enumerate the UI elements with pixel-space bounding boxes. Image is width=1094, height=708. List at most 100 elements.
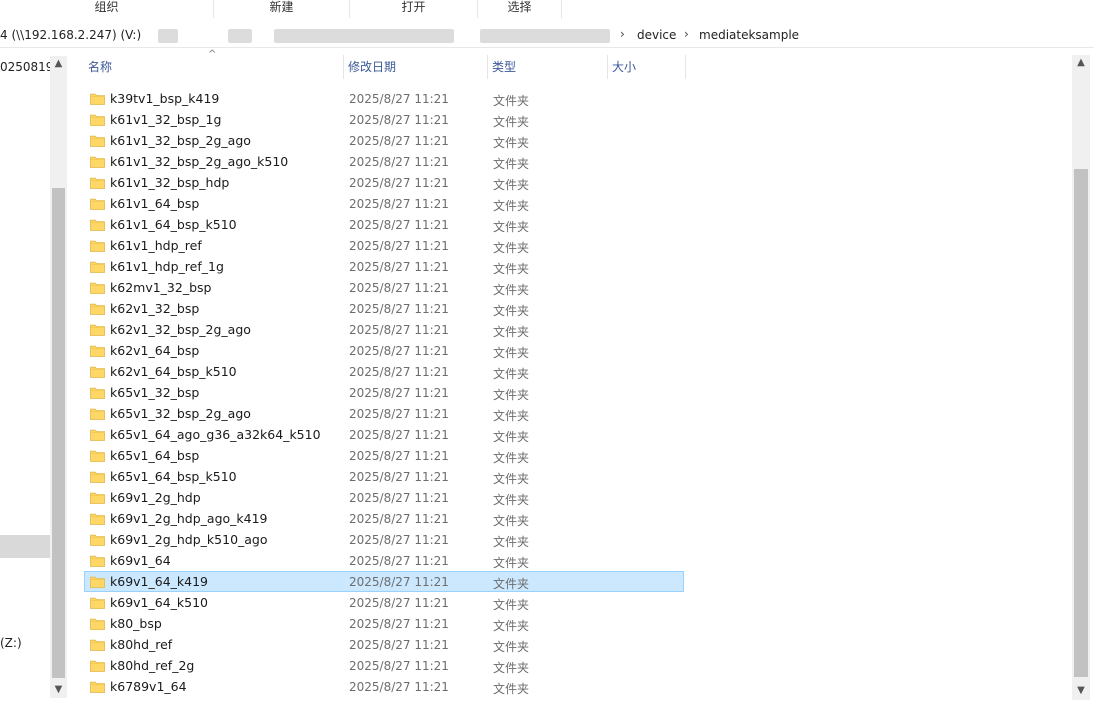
folder-icon bbox=[90, 197, 105, 210]
file-row[interactable]: k62v1_32_bsp_2g_ago 2025/8/27 11:21 文件夹 bbox=[84, 319, 684, 340]
nav-item-drive-z[interactable]: (Z:) bbox=[0, 636, 22, 650]
file-row[interactable]: k65v1_64_ago_g36_a32k64_k510 2025/8/27 11… bbox=[84, 424, 684, 445]
folder-icon bbox=[90, 92, 105, 105]
file-row[interactable]: k61v1_32_bsp_1g 2025/8/27 11:21 文件夹 bbox=[84, 109, 684, 130]
file-date: 2025/8/27 11:21 bbox=[349, 218, 449, 232]
folder-icon bbox=[90, 155, 105, 168]
ribbon-group-open[interactable]: 打开 bbox=[350, 0, 478, 18]
file-row[interactable]: k69v1_64_k510 2025/8/27 11:21 文件夹 bbox=[84, 592, 684, 613]
sort-up-icon: ^ bbox=[208, 49, 217, 60]
file-row[interactable]: k65v1_64_bsp 2025/8/27 11:21 文件夹 bbox=[84, 445, 684, 466]
file-date: 2025/8/27 11:21 bbox=[349, 113, 449, 127]
file-date: 2025/8/27 11:21 bbox=[349, 638, 449, 652]
breadcrumb-mediateksample[interactable]: mediateksample bbox=[699, 28, 799, 42]
folder-icon bbox=[90, 365, 105, 378]
file-row[interactable]: k80_bsp 2025/8/27 11:21 文件夹 bbox=[84, 613, 684, 634]
file-row[interactable]: k61v1_32_bsp_2g_ago 2025/8/27 11:21 文件夹 bbox=[84, 130, 684, 151]
column-size[interactable]: 大小 bbox=[608, 55, 686, 79]
file-name: k61v1_64_bsp bbox=[110, 196, 200, 211]
file-row[interactable]: k61v1_hdp_ref_1g 2025/8/27 11:21 文件夹 bbox=[84, 256, 684, 277]
folder-icon bbox=[90, 344, 105, 357]
scroll-up-icon[interactable]: ▲ bbox=[50, 56, 67, 72]
folder-icon bbox=[90, 428, 105, 441]
file-type: 文件夹 bbox=[493, 430, 530, 444]
file-row[interactable]: k69v1_2g_hdp_k510_ago 2025/8/27 11:21 文件夹 bbox=[84, 529, 684, 550]
file-type: 文件夹 bbox=[493, 451, 530, 465]
column-type[interactable]: 类型 bbox=[488, 55, 608, 79]
file-row[interactable]: k65v1_64_bsp_k510 2025/8/27 11:21 文件夹 bbox=[84, 466, 684, 487]
file-date: 2025/8/27 11:21 bbox=[349, 575, 449, 589]
file-row[interactable]: k61v1_64_bsp_k510 2025/8/27 11:21 文件夹 bbox=[84, 214, 684, 235]
file-type: 文件夹 bbox=[493, 535, 530, 549]
file-row[interactable]: k69v1_64 2025/8/27 11:21 文件夹 bbox=[84, 550, 684, 571]
address-bar[interactable]: 4 (\\192.168.2.247) (V:) › device › medi… bbox=[0, 24, 1094, 48]
file-type: 文件夹 bbox=[493, 346, 530, 360]
file-name: k62v1_32_bsp_2g_ago bbox=[110, 322, 251, 337]
nav-scrollbar-thumb[interactable] bbox=[52, 188, 65, 678]
file-row[interactable]: k69v1_2g_hdp 2025/8/27 11:21 文件夹 bbox=[84, 487, 684, 508]
file-row[interactable]: k65v1_32_bsp 2025/8/27 11:21 文件夹 bbox=[84, 382, 684, 403]
folder-icon bbox=[90, 554, 105, 567]
address-drive-label[interactable]: 4 (\\192.168.2.247) (V:) bbox=[0, 28, 141, 42]
ribbon-group-label: 新建 bbox=[269, 0, 294, 14]
file-name: k61v1_32_bsp_2g_ago bbox=[110, 133, 251, 148]
file-name: k61v1_hdp_ref bbox=[110, 238, 202, 253]
ribbon-group-select[interactable]: 选择 bbox=[478, 0, 562, 18]
nav-selected-item[interactable] bbox=[0, 535, 50, 558]
chevron-right-icon[interactable]: › bbox=[684, 27, 689, 41]
file-row[interactable]: k65v1_32_bsp_2g_ago 2025/8/27 11:21 文件夹 bbox=[84, 403, 684, 424]
folder-icon bbox=[90, 638, 105, 651]
column-size-label: 大小 bbox=[612, 60, 637, 74]
file-row[interactable]: k62v1_64_bsp_k510 2025/8/27 11:21 文件夹 bbox=[84, 361, 684, 382]
file-name: k65v1_64_bsp bbox=[110, 448, 200, 463]
file-type: 文件夹 bbox=[493, 220, 530, 234]
file-date: 2025/8/27 11:21 bbox=[349, 407, 449, 421]
file-date: 2025/8/27 11:21 bbox=[349, 176, 449, 190]
file-date: 2025/8/27 11:21 bbox=[349, 680, 449, 694]
file-row[interactable]: k61v1_hdp_ref 2025/8/27 11:21 文件夹 bbox=[84, 235, 684, 256]
ribbon-group-label: 选择 bbox=[507, 0, 532, 14]
folder-icon bbox=[90, 407, 105, 420]
file-name: k80hd_ref_2g bbox=[110, 658, 195, 673]
file-row[interactable]: k39tv1_bsp_k419 2025/8/27 11:21 文件夹 bbox=[84, 88, 684, 109]
folder-icon bbox=[90, 386, 105, 399]
file-list[interactable]: k39tv1_bsp_k419 2025/8/27 11:21 文件夹 k61v1_3… bbox=[84, 79, 690, 704]
scroll-up-icon[interactable]: ▲ bbox=[1072, 55, 1090, 71]
file-row[interactable]: k62mv1_32_bsp 2025/8/27 11:21 文件夹 bbox=[84, 277, 684, 298]
file-type: 文件夹 bbox=[493, 283, 530, 297]
main-scrollbar[interactable]: ▲ ▼ bbox=[1072, 55, 1090, 700]
file-row[interactable]: k80hd_ref_2g 2025/8/27 11:21 文件夹 bbox=[84, 655, 684, 676]
file-type: 文件夹 bbox=[493, 409, 530, 423]
file-row[interactable]: k80hd_ref 2025/8/27 11:21 文件夹 bbox=[84, 634, 684, 655]
ribbon: 组织 新建 打开 选择 bbox=[0, 0, 1094, 18]
breadcrumb-device[interactable]: device bbox=[637, 28, 676, 42]
file-row[interactable]: k62v1_32_bsp 2025/8/27 11:21 文件夹 bbox=[84, 298, 684, 319]
ribbon-group-organize[interactable]: 组织 bbox=[0, 0, 214, 18]
file-date: 2025/8/27 11:21 bbox=[349, 554, 449, 568]
file-name: k61v1_32_bsp_1g bbox=[110, 112, 222, 127]
folder-icon bbox=[90, 239, 105, 252]
scroll-down-icon[interactable]: ▼ bbox=[50, 682, 67, 698]
file-row[interactable]: k61v1_32_bsp_2g_ago_k510 2025/8/27 11:21 文… bbox=[84, 151, 684, 172]
file-row[interactable]: k61v1_64_bsp 2025/8/27 11:21 文件夹 bbox=[84, 193, 684, 214]
file-row[interactable]: k6789v1_64 2025/8/27 11:21 文件夹 bbox=[84, 676, 684, 697]
column-type-label: 类型 bbox=[492, 60, 517, 74]
file-date: 2025/8/27 11:21 bbox=[349, 92, 449, 106]
file-row[interactable]: k62v1_64_bsp 2025/8/27 11:21 文件夹 bbox=[84, 340, 684, 361]
folder-icon bbox=[90, 575, 105, 588]
file-type: 文件夹 bbox=[493, 136, 530, 150]
file-type: 文件夹 bbox=[493, 325, 530, 339]
file-date: 2025/8/27 11:21 bbox=[349, 617, 449, 631]
ribbon-group-new[interactable]: 新建 bbox=[214, 0, 350, 18]
redacted-block bbox=[158, 29, 178, 43]
scroll-down-icon[interactable]: ▼ bbox=[1072, 683, 1090, 699]
nav-scrollbar[interactable]: ▲ ▼ bbox=[50, 56, 67, 698]
file-row[interactable]: k61v1_32_bsp_hdp 2025/8/27 11:21 文件夹 bbox=[84, 172, 684, 193]
file-row[interactable]: k69v1_2g_hdp_ago_k419 2025/8/27 11:21 文件夹 bbox=[84, 508, 684, 529]
chevron-right-icon[interactable]: › bbox=[620, 27, 625, 41]
file-date: 2025/8/27 11:21 bbox=[349, 239, 449, 253]
file-row[interactable]: k69v1_64_k419 2025/8/27 11:21 文件夹 bbox=[84, 571, 684, 592]
main-scrollbar-thumb[interactable] bbox=[1074, 169, 1088, 677]
navigation-pane[interactable]: 0250819_ (Z:) ▲ ▼ bbox=[0, 48, 68, 708]
column-date[interactable]: 修改日期 bbox=[344, 55, 488, 79]
